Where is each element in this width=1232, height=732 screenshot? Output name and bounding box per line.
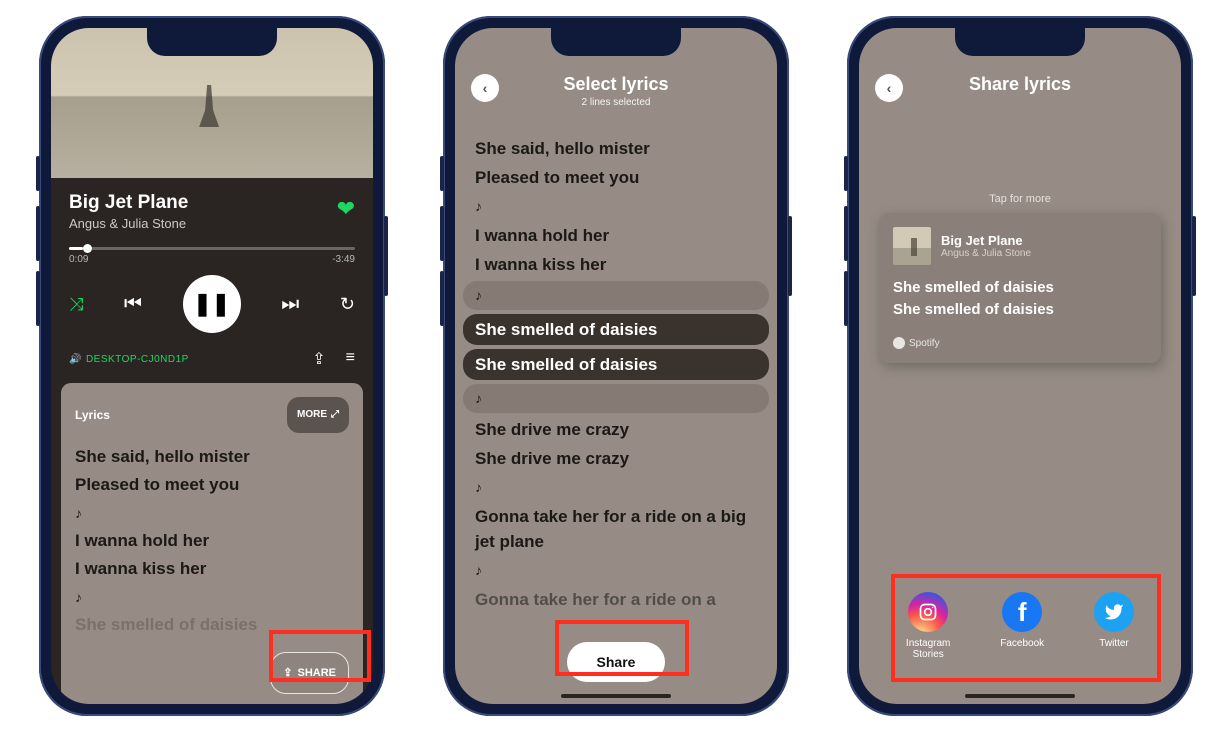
lyric-select-line[interactable]: ♪: [463, 281, 769, 310]
card-lyric-line: She smelled of daisies: [893, 277, 1147, 299]
back-button[interactable]: ‹: [875, 74, 903, 102]
lyric-select-line[interactable]: ♪: [475, 475, 757, 500]
card-artist: Angus & Julia Stone: [941, 248, 1031, 259]
previous-track-icon[interactable]: ⏮: [124, 293, 142, 316]
phone-frame-2: ‹ Select lyrics 2 lines selected She sai…: [443, 16, 789, 716]
lyric-select-line[interactable]: She smelled of daisies: [463, 349, 769, 380]
album-thumbnail: [893, 227, 931, 265]
seek-bar[interactable]: [69, 247, 355, 250]
lyric-select-line[interactable]: She said, hello mister: [475, 136, 757, 161]
lyric-select-line[interactable]: Gonna take her for a ride on a big jet p…: [475, 504, 757, 554]
song-title: Big Jet Plane: [69, 192, 188, 214]
artist-name: Angus & Julia Stone: [69, 216, 188, 231]
select-lyrics-screen: ‹ Select lyrics 2 lines selected She sai…: [455, 28, 777, 704]
pause-icon: ❚❚: [193, 291, 230, 317]
connect-device[interactable]: 🔊 DESKTOP-CJ0ND1P: [69, 354, 189, 365]
home-indicator: [561, 694, 671, 698]
home-indicator: [965, 694, 1075, 698]
lyric-note: ♪: [75, 583, 349, 611]
lyric-select-line[interactable]: Pleased to meet you: [475, 165, 757, 190]
selection-count: 2 lines selected: [455, 97, 777, 108]
lyric-select-line[interactable]: She smelled of daisies: [463, 314, 769, 345]
lyric-select-line[interactable]: ♪: [475, 558, 757, 583]
tutorial-highlight-2: [555, 620, 689, 676]
lyric-select-line[interactable]: She drive me crazy: [475, 446, 757, 471]
queue-icon[interactable]: ≡: [346, 349, 355, 369]
share-icon[interactable]: ⇪: [312, 349, 325, 369]
lyrics-select-list[interactable]: She said, hello mister Pleased to meet yo…: [455, 118, 777, 642]
like-heart-icon[interactable]: ❤: [337, 196, 355, 222]
lyrics-heading: Lyrics: [75, 401, 110, 429]
lyric-note: ♪: [75, 499, 349, 527]
spotify-icon: [893, 337, 905, 349]
tap-for-more-hint[interactable]: Tap for more: [859, 193, 1181, 205]
share-preview-card[interactable]: Big Jet Plane Angus & Julia Stone She sm…: [879, 213, 1161, 363]
share-lyrics-title: Share lyrics: [859, 74, 1181, 95]
lyric-line[interactable]: Pleased to meet you: [75, 471, 349, 499]
phone-frame-3: ‹ Share lyrics Tap for more Big Jet Plan…: [847, 16, 1193, 716]
lyric-line[interactable]: I wanna kiss her: [75, 555, 349, 583]
chevron-left-icon: ‹: [887, 80, 892, 96]
lyric-select-line[interactable]: I wanna kiss her: [475, 252, 757, 277]
lyrics-more-button[interactable]: MORE⤢: [287, 397, 349, 433]
now-playing-screen: Big Jet Plane Angus & Julia Stone ❤ 0:09…: [51, 28, 373, 704]
card-lyric-line: She smelled of daisies: [893, 299, 1147, 321]
select-lyrics-title: Select lyrics: [455, 74, 777, 95]
shuffle-icon[interactable]: ⤨: [69, 294, 83, 315]
next-track-icon[interactable]: ⏭: [281, 293, 299, 316]
lyric-line[interactable]: I wanna hold her: [75, 527, 349, 555]
provider-badge: Spotify: [893, 337, 1147, 349]
tutorial-highlight-3: [891, 574, 1161, 682]
time-elapsed: 0:09: [69, 254, 88, 265]
phone-frame-1: Big Jet Plane Angus & Julia Stone ❤ 0:09…: [39, 16, 385, 716]
card-song-title: Big Jet Plane: [941, 233, 1031, 248]
expand-icon: ⤢: [331, 401, 339, 429]
speaker-icon: 🔊: [69, 354, 82, 365]
lyric-select-line[interactable]: Gonna take her for a ride on a: [475, 587, 757, 612]
lyric-select-line[interactable]: ♪: [463, 384, 769, 413]
chevron-left-icon: ‹: [483, 80, 488, 96]
tutorial-highlight-1: [269, 630, 371, 682]
lyric-select-line[interactable]: She drive me crazy: [475, 417, 757, 442]
pause-button[interactable]: ❚❚: [183, 275, 241, 333]
repeat-icon[interactable]: ↻: [340, 294, 355, 315]
lyric-select-line[interactable]: I wanna hold her: [475, 223, 757, 248]
device-label: DESKTOP-CJ0ND1P: [86, 354, 189, 365]
lyric-select-line[interactable]: ♪: [475, 194, 757, 219]
lyric-line[interactable]: She said, hello mister: [75, 443, 349, 471]
time-remaining: -3:49: [332, 254, 355, 265]
